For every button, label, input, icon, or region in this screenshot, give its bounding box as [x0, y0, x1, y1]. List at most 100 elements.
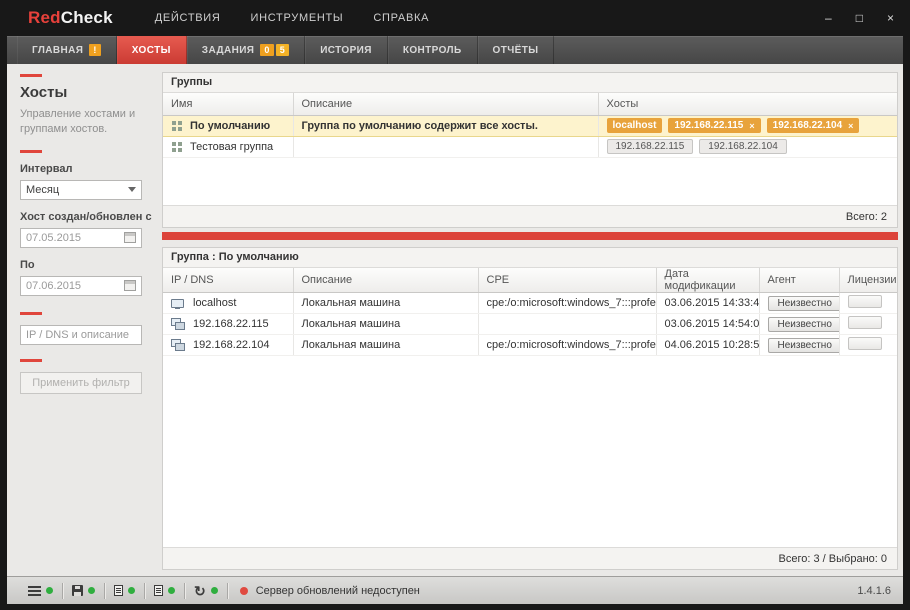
- status-menu-button[interactable]: [19, 585, 62, 596]
- host-tag[interactable]: 192.168.22.115: [606, 139, 694, 154]
- remove-host-icon[interactable]: ×: [749, 121, 754, 131]
- app-logo: RedCheck: [28, 8, 113, 28]
- host-tag-label: localhost: [612, 120, 657, 131]
- tasks-badge-1: 0: [260, 44, 274, 56]
- host-name: 192.168.22.104: [193, 339, 270, 351]
- host-description: Локальная машина: [293, 292, 479, 314]
- save-icon: [72, 585, 83, 596]
- status-refresh-button[interactable]: ↻: [185, 584, 227, 598]
- host-search-input[interactable]: [20, 324, 142, 345]
- tab-reports-label: ОТЧЁТЫ: [492, 44, 539, 56]
- host-tag[interactable]: localhost: [606, 118, 663, 133]
- close-icon[interactable]: ×: [887, 11, 894, 25]
- column-header-ipdns[interactable]: IP / DNS: [163, 268, 294, 293]
- update-server-status: Сервер обновлений недоступен: [239, 584, 420, 597]
- hosts-panel-title: Группа : По умолчанию: [163, 248, 897, 268]
- host-cpe: cpe:/o:microsoft:windows_7:::professio: [478, 334, 657, 356]
- status-report-button[interactable]: [105, 585, 144, 596]
- tab-main[interactable]: ГЛАВНАЯ !: [17, 36, 117, 64]
- tab-bar: ГЛАВНАЯ ! ХОСТЫ ЗАДАНИЯ 0 5 ИСТОРИЯ КОНТ…: [7, 36, 903, 64]
- column-header-description[interactable]: Описание: [293, 93, 599, 116]
- column-header-modified[interactable]: Дата модификации: [656, 268, 760, 293]
- interval-select[interactable]: Месяц: [20, 179, 142, 200]
- agent-status-button[interactable]: Неизвестно: [767, 316, 838, 332]
- computer-icon: [171, 298, 184, 309]
- column-header-description[interactable]: Описание: [293, 268, 479, 293]
- accent-dash: [20, 74, 42, 77]
- maximize-icon[interactable]: □: [856, 11, 863, 25]
- status-message: Сервер обновлений недоступен: [255, 584, 420, 597]
- groups-panel-title: Группы: [163, 73, 897, 93]
- host-tag[interactable]: 192.168.22.115 ×: [668, 118, 761, 133]
- calendar-icon[interactable]: [124, 232, 136, 244]
- host-tag[interactable]: 192.168.22.104: [699, 139, 787, 154]
- column-header-licenses[interactable]: Лицензии: [839, 268, 897, 293]
- menu-help[interactable]: СПРАВКА: [373, 12, 429, 24]
- host-tag-label: 192.168.22.115: [674, 120, 744, 131]
- tab-tasks-label: ЗАДАНИЯ: [201, 44, 255, 56]
- host-description: Локальная машина: [293, 313, 479, 335]
- tab-control[interactable]: КОНТРОЛЬ: [388, 36, 478, 64]
- group-icon: [172, 121, 176, 125]
- date-to-field[interactable]: 07.06.2015: [20, 275, 142, 296]
- host-row[interactable]: localhost Локальная машина cpe:/o:micros…: [163, 292, 897, 314]
- tab-history[interactable]: ИСТОРИЯ: [305, 36, 388, 64]
- license-button[interactable]: [847, 295, 882, 308]
- tab-reports[interactable]: ОТЧЁТЫ: [478, 36, 555, 64]
- host-name: 192.168.22.115: [193, 318, 269, 330]
- calendar-icon[interactable]: [124, 280, 136, 292]
- document-icon: [114, 585, 123, 596]
- host-tag-label: 192.168.22.104: [772, 120, 843, 131]
- minimize-icon[interactable]: –: [825, 11, 832, 25]
- date-to-value: 07.06.2015: [26, 279, 82, 292]
- status-ok-dot: [168, 587, 175, 594]
- main-area: Хосты Управление хостами и группами хост…: [7, 64, 903, 576]
- app-window: RedCheck ДЕЙСТВИЯ ИНСТРУМЕНТЫ СПРАВКА – …: [0, 0, 910, 610]
- group-row-test[interactable]: Тестовая группа 192.168.22.115 192.168.2…: [163, 136, 897, 158]
- status-ok-dot: [88, 587, 95, 594]
- group-icon: [172, 142, 176, 146]
- group-name: По умолчанию: [190, 119, 271, 132]
- status-ok-dot: [46, 587, 53, 594]
- remove-host-icon[interactable]: ×: [848, 121, 853, 131]
- host-row[interactable]: 192.168.22.104 Локальная машина cpe:/o:m…: [163, 334, 897, 356]
- apply-filter-button[interactable]: Применить фильтр: [20, 371, 142, 394]
- menu-tools[interactable]: ИНСТРУМЕНТЫ: [251, 12, 344, 24]
- date-from-field[interactable]: 07.05.2015: [20, 227, 142, 248]
- agent-status-button[interactable]: Неизвестно: [767, 337, 838, 353]
- menu-actions[interactable]: ДЕЙСТВИЯ: [155, 12, 221, 24]
- status-save-button[interactable]: [63, 585, 104, 596]
- divider: [226, 582, 228, 599]
- accent-dash: [20, 358, 42, 362]
- license-button[interactable]: [847, 337, 882, 350]
- agent-status-button[interactable]: Неизвестно: [767, 295, 838, 311]
- groups-table: Имя Описание Хосты По умолчанию Группа п…: [163, 93, 897, 158]
- sidebar-description: Управление хостами и группами хостов.: [20, 108, 136, 136]
- accent-dash: [20, 149, 42, 153]
- title-bar: RedCheck ДЕЙСТВИЯ ИНСТРУМЕНТЫ СПРАВКА – …: [0, 0, 910, 36]
- tab-hosts-label: ХОСТЫ: [131, 44, 171, 56]
- column-header-agent[interactable]: Агент: [759, 268, 840, 293]
- chevron-down-icon: [128, 187, 136, 193]
- status-tasks-button[interactable]: [145, 585, 184, 596]
- window-controls: – □ ×: [825, 0, 894, 36]
- tab-history-label: ИСТОРИЯ: [320, 44, 372, 56]
- group-row-default[interactable]: По умолчанию Группа по умолчанию содержи…: [163, 114, 897, 137]
- tab-tasks[interactable]: ЗАДАНИЯ 0 5: [187, 36, 306, 64]
- column-header-name[interactable]: Имя: [163, 93, 294, 116]
- column-header-cpe[interactable]: CPE: [478, 268, 657, 293]
- host-description: Локальная машина: [293, 334, 479, 356]
- tab-hosts[interactable]: ХОСТЫ: [116, 36, 187, 64]
- host-row[interactable]: 192.168.22.115 Локальная машина 03.06.20…: [163, 313, 897, 335]
- accent-dash: [20, 311, 42, 315]
- license-button[interactable]: [847, 316, 882, 329]
- hosts-panel: Группа : По умолчанию IP / DNS Описание …: [162, 247, 898, 570]
- status-ok-dot: [128, 587, 135, 594]
- host-modified: 04.06.2015 10:28:54: [656, 334, 760, 356]
- groups-panel: Группы Имя Описание Хосты По умолчанию Г…: [162, 72, 898, 228]
- host-tag[interactable]: 192.168.22.104 ×: [766, 118, 860, 133]
- group-description: [293, 136, 599, 158]
- hosts-total: Всего: 3 / Выбрано: 0: [163, 547, 897, 569]
- column-header-hosts[interactable]: Хосты: [598, 93, 897, 116]
- warning-badge: !: [89, 44, 101, 56]
